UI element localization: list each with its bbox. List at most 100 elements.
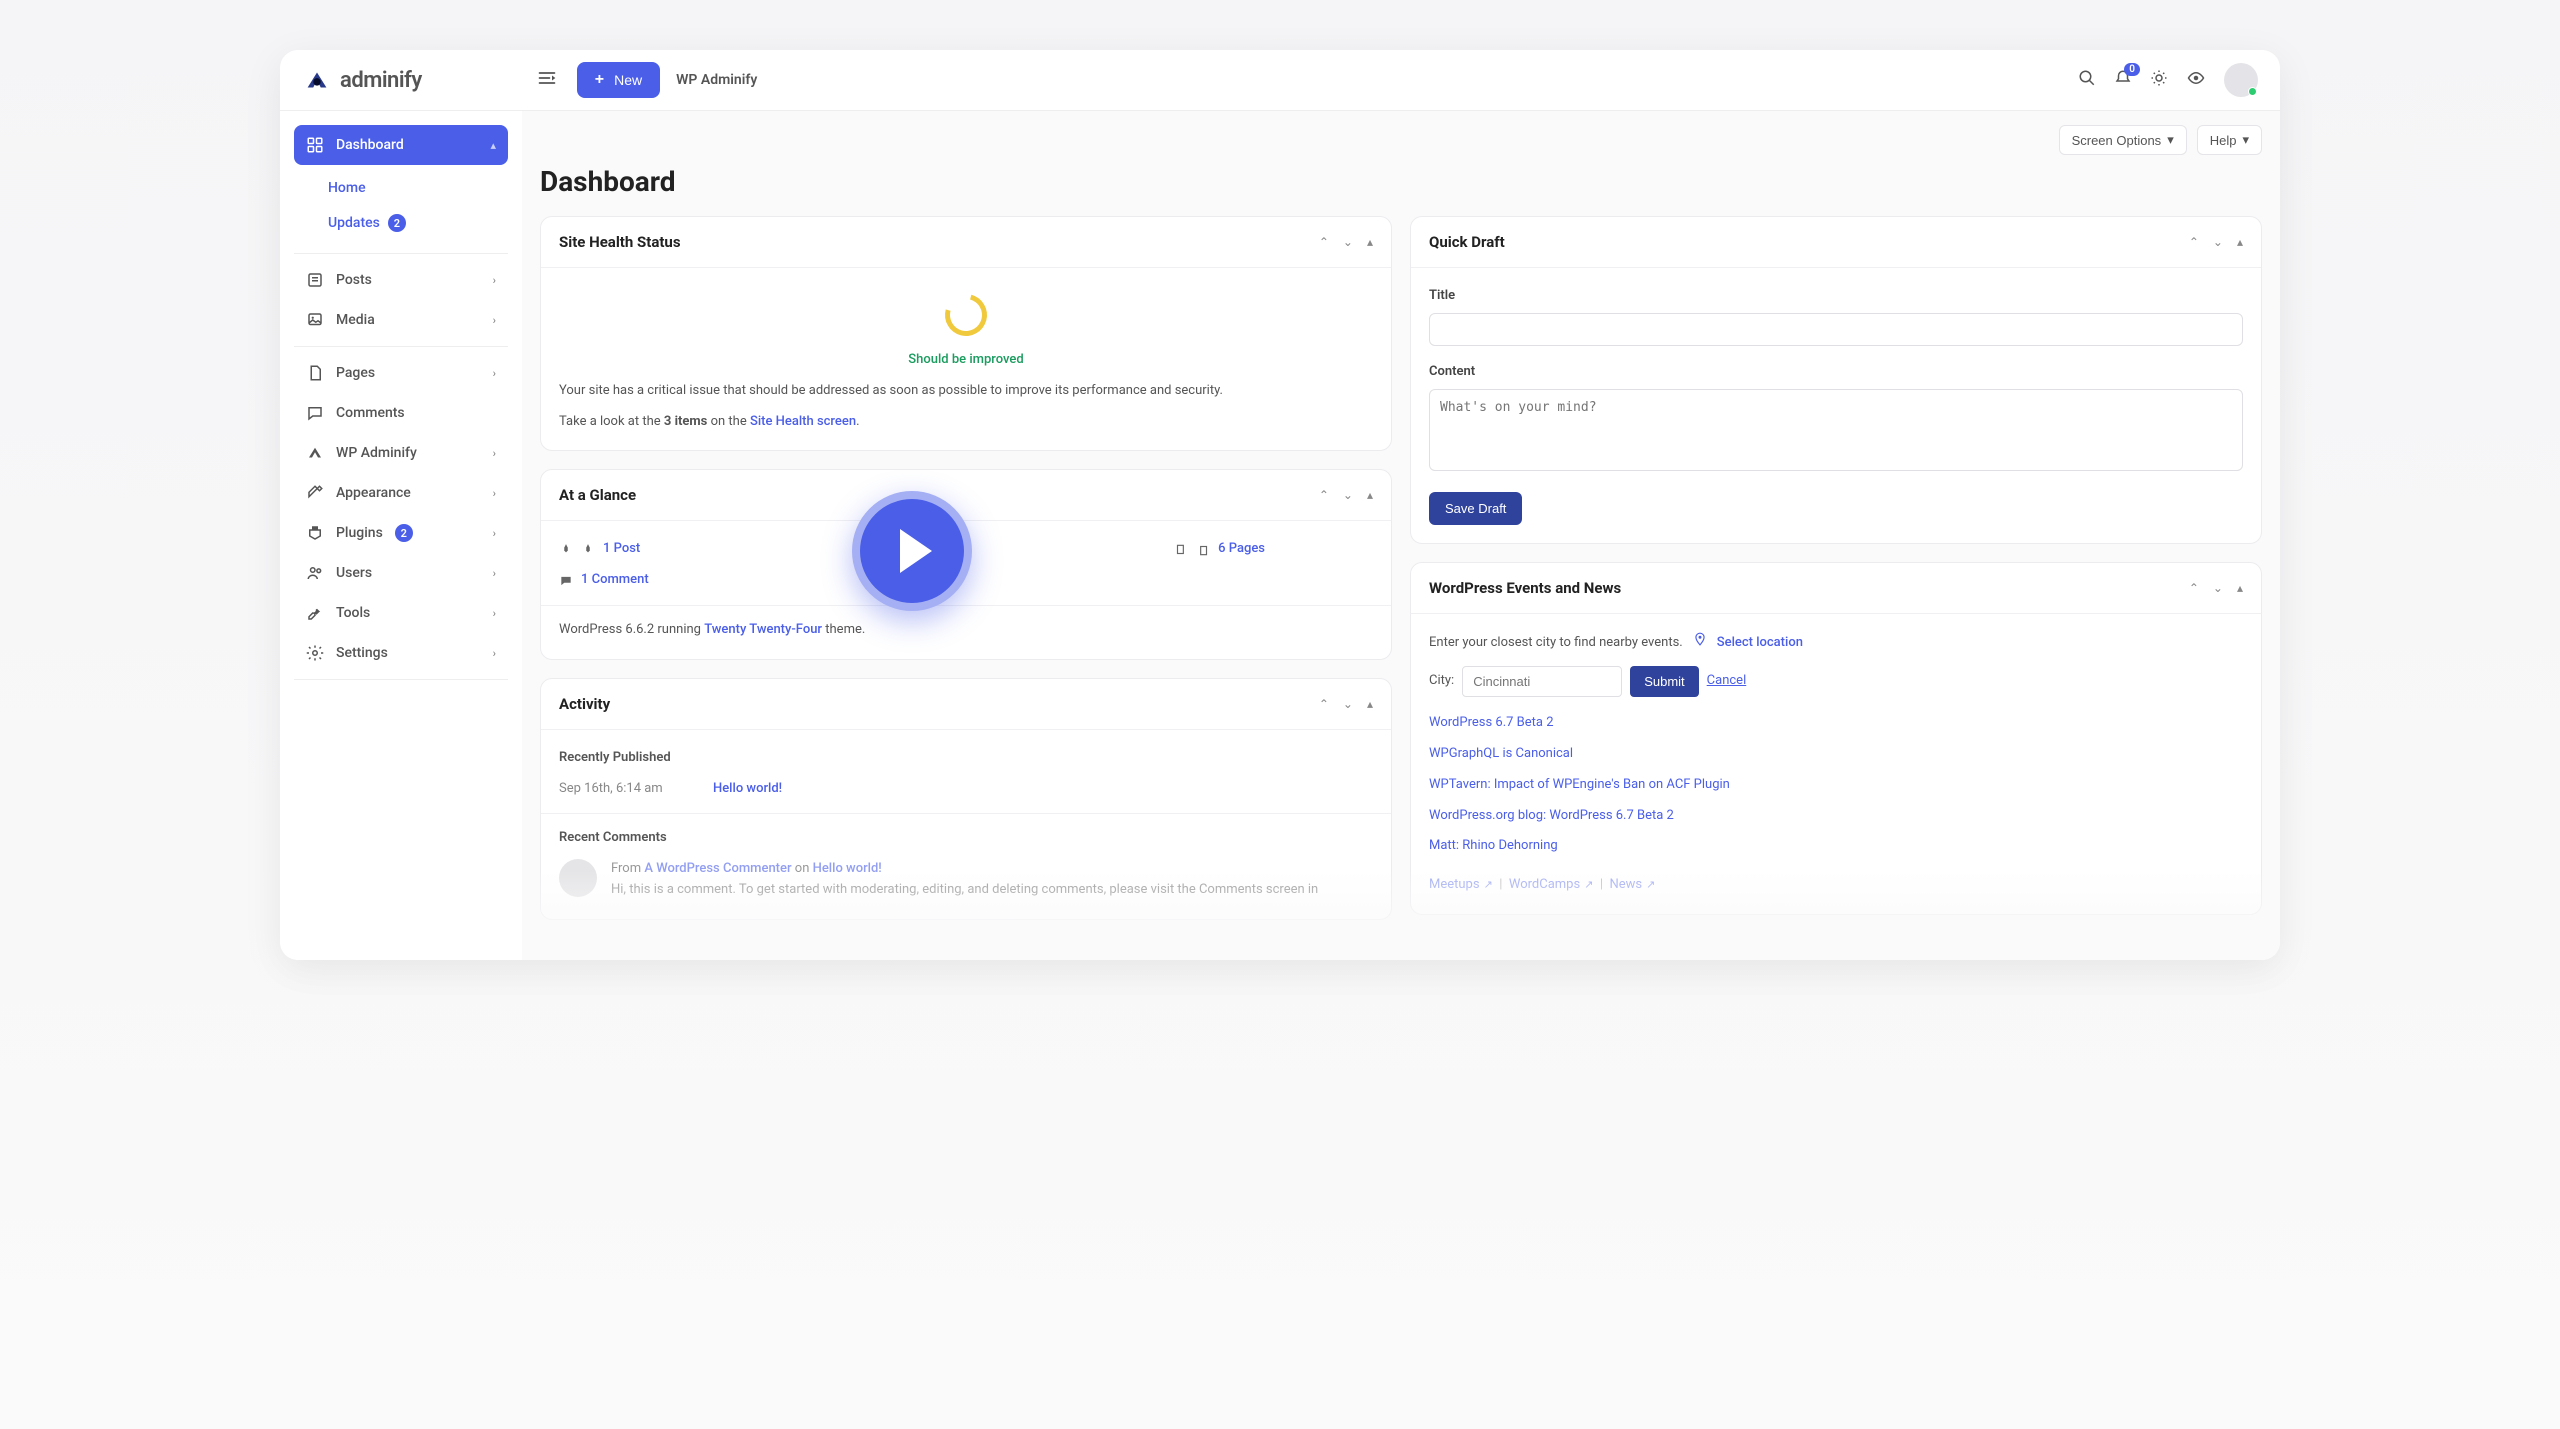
sidebar-item-tools[interactable]: Tools › <box>294 593 508 633</box>
play-button[interactable] <box>852 491 972 611</box>
panel-header: Site Health Status ⌃ ⌄ ▴ <box>541 217 1391 268</box>
glance-footer: WordPress 6.6.2 running Twenty Twenty-Fo… <box>559 620 1373 641</box>
save-draft-button[interactable]: Save Draft <box>1429 492 1522 525</box>
glance-pages-link: 6 Pages <box>1218 539 1265 560</box>
panel-collapse-icon[interactable]: ▴ <box>1367 697 1373 711</box>
sidebar-item-media[interactable]: Media › <box>294 300 508 340</box>
panel-body: Should be improved Your site has a criti… <box>541 268 1391 450</box>
glance-pages[interactable]: 6 Pages <box>1174 539 1265 560</box>
dashboard-icon <box>306 136 324 154</box>
panel-collapse-icon[interactable]: ▴ <box>2237 581 2243 595</box>
news-link[interactable]: WordPress.org blog: WordPress 6.7 Beta 2 <box>1429 806 2243 827</box>
panel-down-icon[interactable]: ⌄ <box>2213 581 2223 595</box>
panel-title: Quick Draft <box>1429 233 1505 251</box>
sidebar-item-settings[interactable]: Settings › <box>294 633 508 673</box>
panel-up-icon[interactable]: ⌃ <box>2189 581 2199 595</box>
collapse-menu-icon[interactable] <box>537 68 557 92</box>
media-icon <box>306 311 324 329</box>
panel-collapse-icon[interactable]: ▴ <box>2237 235 2243 249</box>
panel-up-icon[interactable]: ⌃ <box>1319 488 1329 502</box>
new-button[interactable]: + New <box>577 62 660 98</box>
panel-down-icon[interactable]: ⌄ <box>1343 488 1353 502</box>
user-avatar[interactable] <box>2224 63 2258 97</box>
city-cancel-link[interactable]: Cancel <box>1707 671 1747 692</box>
preview-icon[interactable] <box>2186 69 2206 91</box>
sidebar-item-label: WP Adminify <box>336 445 417 461</box>
select-location-link[interactable]: Select location <box>1717 633 1803 654</box>
nav-divider <box>294 253 508 254</box>
nav-divider <box>294 679 508 680</box>
panel-down-icon[interactable]: ⌄ <box>2213 235 2223 249</box>
comment-content: From A WordPress Commenter on Hello worl… <box>611 859 1318 901</box>
screen-options-label: Screen Options <box>2072 133 2162 148</box>
draft-title-label: Title <box>1429 286 2243 307</box>
sidebar-item-pages[interactable]: Pages › <box>294 353 508 393</box>
top-bar: adminify + New WP Adminify 0 <box>280 50 2280 111</box>
city-input[interactable] <box>1462 666 1622 697</box>
chevron-right-icon: › <box>493 274 496 287</box>
comments-icon <box>306 404 324 422</box>
theme-link[interactable]: Twenty Twenty-Four <box>704 622 822 637</box>
panel-down-icon[interactable]: ⌄ <box>1343 697 1353 711</box>
panel-actions: ⌃ ⌄ ▴ <box>1319 697 1373 711</box>
screen-options-button[interactable]: Screen Options ▾ <box>2059 125 2187 155</box>
sidebar-item-posts[interactable]: Posts › <box>294 260 508 300</box>
panel-up-icon[interactable]: ⌃ <box>1319 697 1329 711</box>
health-status: Should be improved <box>559 350 1373 371</box>
news-link[interactable]: WPTavern: Impact of WPEngine's Ban on AC… <box>1429 775 2243 796</box>
help-button[interactable]: Help ▾ <box>2197 125 2262 155</box>
panel-header: Activity ⌃ ⌄ ▴ <box>541 679 1391 730</box>
panel-up-icon[interactable]: ⌃ <box>1319 235 1329 249</box>
comment-block: From A WordPress Commenter on Hello worl… <box>559 859 1373 901</box>
sidebar-item-appearance[interactable]: Appearance › <box>294 473 508 513</box>
draft-content-textarea[interactable] <box>1429 389 2243 471</box>
panel-up-icon[interactable]: ⌃ <box>2189 235 2199 249</box>
sidebar-sub-label: Home <box>328 180 366 196</box>
comment-post-link[interactable]: Hello world! <box>813 861 882 876</box>
sidebar-item-dashboard[interactable]: Dashboard ▴ <box>294 125 508 165</box>
sidebar-item-wp-adminify[interactable]: WP Adminify › <box>294 433 508 473</box>
theme-toggle-icon[interactable] <box>2150 69 2168 91</box>
health-description: Your site has a critical issue that shou… <box>559 381 1373 402</box>
notification-badge: 0 <box>2124 63 2140 76</box>
sidebar-sub-home[interactable]: Home <box>316 171 508 205</box>
column-right: Quick Draft ⌃ ⌄ ▴ Title Content <box>1410 216 2262 915</box>
meetups-link[interactable]: Meetups <box>1429 877 1480 892</box>
glance-comments[interactable]: 1 Comment <box>559 570 649 591</box>
city-submit-button[interactable]: Submit <box>1630 666 1698 697</box>
sidebar-item-comments[interactable]: Comments <box>294 393 508 433</box>
search-icon[interactable] <box>2078 69 2096 91</box>
sidebar-item-users[interactable]: Users › <box>294 553 508 593</box>
news-footer-link[interactable]: News <box>1609 877 1642 892</box>
sidebar-item-label: Media <box>336 312 375 328</box>
glance-posts[interactable]: 1 Post <box>559 539 640 560</box>
news-link[interactable]: WordPress 6.7 Beta 2 <box>1429 713 2243 734</box>
site-health-link[interactable]: Site Health screen <box>750 414 856 429</box>
panel-actions: ⌃ ⌄ ▴ <box>1319 488 1373 502</box>
wordcamps-link[interactable]: WordCamps <box>1509 877 1580 892</box>
news-link[interactable]: Matt: Rhino Dehorning <box>1429 836 2243 857</box>
commenter-link[interactable]: A WordPress Commenter <box>644 861 791 876</box>
news-link[interactable]: WPGraphQL is Canonical <box>1429 744 2243 765</box>
plus-icon: + <box>595 72 604 88</box>
sidebar-sub-updates[interactable]: Updates 2 <box>316 205 508 241</box>
gear-icon <box>306 644 324 662</box>
panel-collapse-icon[interactable]: ▴ <box>1367 235 1373 249</box>
draft-title-input[interactable] <box>1429 313 2243 346</box>
chevron-right-icon: › <box>493 567 496 580</box>
activity-post-link[interactable]: Hello world! <box>713 779 782 800</box>
panel-header: Quick Draft ⌃ ⌄ ▴ <box>1411 217 2261 268</box>
logo-icon <box>302 65 332 95</box>
topbar-actions: 0 <box>2078 63 2258 97</box>
logo[interactable]: adminify <box>302 65 422 95</box>
plugins-icon <box>306 524 324 542</box>
external-link-icon: ↗ <box>1584 876 1593 894</box>
topbar-app-label[interactable]: WP Adminify <box>676 72 757 88</box>
sidebar-item-plugins[interactable]: Plugins 2 › <box>294 513 508 553</box>
sidebar-item-label: Plugins <box>336 525 383 541</box>
comment-avatar <box>559 859 597 897</box>
panel-header: At a Glance ⌃ ⌄ ▴ <box>541 470 1391 521</box>
panel-collapse-icon[interactable]: ▴ <box>1367 488 1373 502</box>
panel-down-icon[interactable]: ⌄ <box>1343 235 1353 249</box>
bell-icon[interactable]: 0 <box>2114 69 2132 91</box>
